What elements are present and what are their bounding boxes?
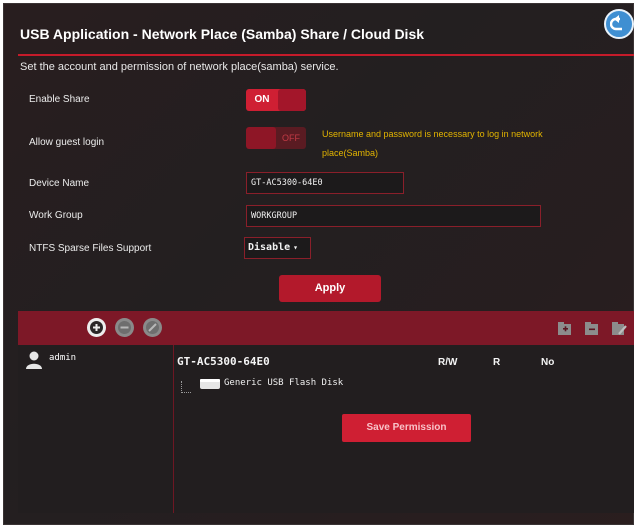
new-folder-icon[interactable]: [557, 320, 573, 336]
add-account-button[interactable]: [87, 318, 106, 337]
enable-share-label: Enable Share: [29, 94, 90, 105]
edit-account-button[interactable]: [143, 318, 162, 337]
add-circle-icon: [90, 321, 103, 334]
permission-table: [18, 345, 634, 513]
device-node[interactable]: GT-AC5300-64E0: [177, 355, 270, 368]
disk-node[interactable]: Generic USB Flash Disk: [224, 378, 343, 388]
page-title: USB Application - Network Place (Samba) …: [20, 26, 425, 42]
account-item-admin[interactable]: admin: [49, 353, 76, 363]
allow-guest-toggle[interactable]: OFF: [246, 127, 306, 149]
ntfs-sparse-value: Disable: [248, 242, 291, 253]
permission-toolbar: [18, 311, 634, 345]
ntfs-sparse-label: NTFS Sparse Files Support: [29, 243, 152, 254]
enable-share-toggle[interactable]: ON: [246, 89, 306, 111]
guest-login-note: Username and password is necessary to lo…: [322, 129, 543, 158]
column-read: R: [493, 357, 501, 368]
device-name-label: Device Name: [29, 178, 90, 189]
page-description: Set the account and permission of networ…: [20, 61, 339, 73]
remove-circle-icon: [118, 321, 131, 334]
ntfs-sparse-select[interactable]: Disable ▾: [244, 237, 311, 259]
work-group-label: Work Group: [29, 210, 83, 221]
device-name-field[interactable]: GT-AC5300-64E0: [246, 172, 404, 194]
column-no-access: No: [541, 357, 555, 368]
allow-guest-label: Allow guest login: [29, 137, 105, 148]
usb-disk-icon: [200, 379, 220, 389]
work-group-field[interactable]: WORKGROUP: [246, 205, 541, 227]
edit-folder-icon[interactable]: [611, 320, 627, 336]
tree-connector: [181, 381, 191, 393]
column-read-write: R/W: [438, 357, 458, 368]
back-button[interactable]: [604, 9, 634, 39]
edit-circle-icon: [146, 321, 159, 334]
toggle-knob: [246, 127, 276, 149]
chevron-down-icon: ▾: [293, 243, 298, 252]
toggle-knob: [278, 89, 306, 111]
column-divider: [173, 345, 174, 513]
enable-share-state: ON: [254, 94, 270, 105]
user-icon: [26, 351, 42, 369]
delete-folder-icon[interactable]: [584, 320, 600, 336]
save-permission-button[interactable]: Save Permission: [342, 414, 471, 442]
back-arrow-icon: [610, 15, 622, 31]
apply-button[interactable]: Apply: [279, 275, 381, 302]
delete-account-button[interactable]: [115, 318, 134, 337]
title-divider: [18, 54, 634, 56]
allow-guest-state: OFF: [282, 133, 300, 143]
